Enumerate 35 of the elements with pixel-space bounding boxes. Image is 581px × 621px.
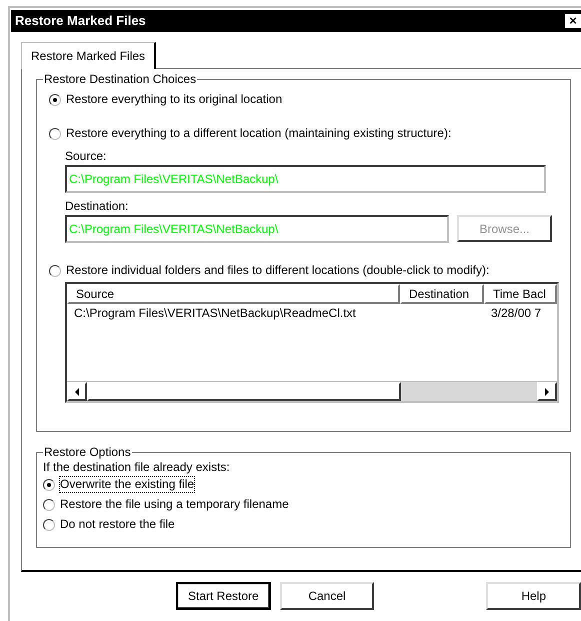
left-arrow-icon [75,388,79,396]
radio-button[interactable] [49,128,61,140]
horizontal-scrollbar[interactable] [67,381,557,401]
prompt-text: If the destination file already exists: [43,459,231,475]
scroll-left-button[interactable] [67,382,87,401]
table-cell: 3/28/00 7 [491,306,542,320]
group-title: Restore Destination Choices [43,72,198,86]
radio-button[interactable] [43,498,55,510]
radio-label[interactable]: Restore individual folders and files to different locations (double-click to modify): [66,263,490,278]
scroll-right-button[interactable] [537,382,557,401]
radio-label[interactable]: Overwrite the existing file [60,477,194,492]
file-list[interactable]: Source Destination Time Bacl C:\Program Files\VERITAS\NetBackup\ReadmeCl.txt 3/28/00 7 [65,282,559,403]
window-title: Restore Marked Files [15,12,146,30]
radio-button[interactable] [49,94,61,106]
group-title: Restore Options [43,445,132,459]
radio-button[interactable] [43,518,55,530]
column-header[interactable]: Source [67,284,400,304]
tab[interactable]: Restore Marked Files [21,42,156,69]
radio-label[interactable]: Do not restore the file [60,517,175,532]
radio-label[interactable]: Restore the file using a temporary filename [60,497,289,512]
radio-button[interactable] [49,264,61,276]
radio-button[interactable] [43,478,55,490]
source-label: Source: [65,149,108,163]
right-arrow-icon [545,388,549,396]
close-button[interactable]: × [565,14,581,28]
dialog-button[interactable]: Start Restore [176,582,271,610]
column-header[interactable]: Destination [400,284,484,304]
destination-label: Destination: [65,199,130,213]
table-cell: C:\Program Files\VERITAS\NetBackup\ReadmeCl.txt [74,306,356,320]
scroll-thumb[interactable] [87,382,401,401]
column-header[interactable]: Time Bacl [484,284,557,304]
dialog-button[interactable]: Help [486,582,581,610]
radio-label[interactable]: Restore everything to its original location [66,92,282,107]
dialog-button[interactable]: Cancel [280,582,374,610]
radio-label[interactable]: Restore everything to a different location (maintaining existing structure): [66,126,452,141]
